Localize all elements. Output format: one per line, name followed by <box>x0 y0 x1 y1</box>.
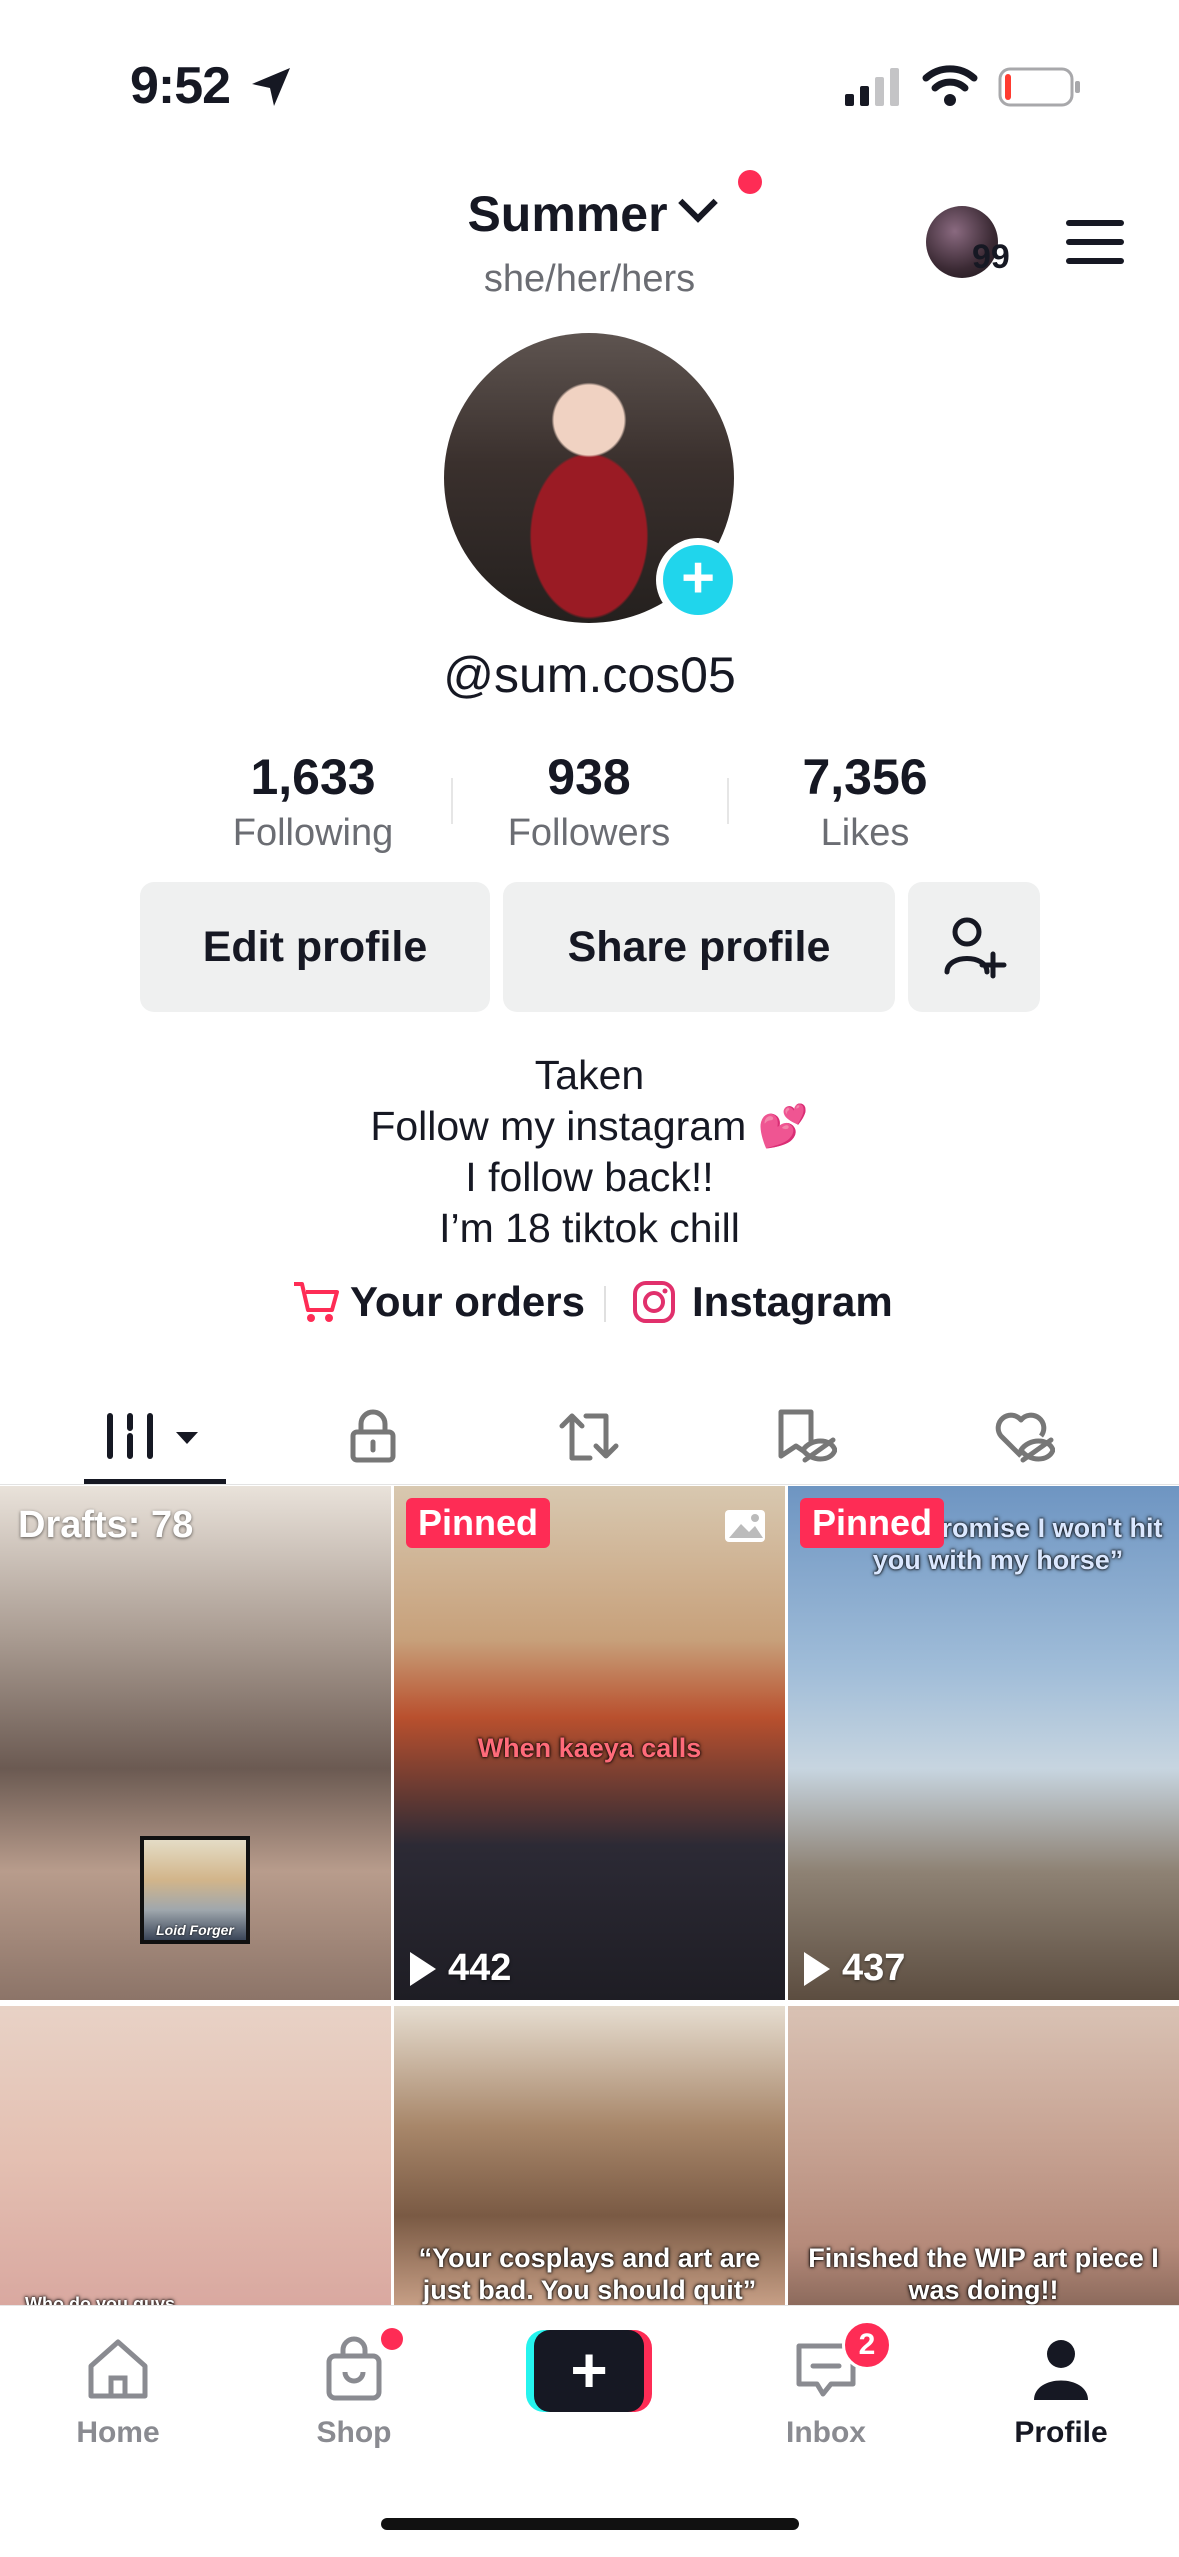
profile-handle: @sum.cos05 <box>443 647 736 703</box>
add-friends-button[interactable] <box>908 882 1040 1012</box>
add-user-icon <box>944 917 1007 979</box>
stat-value: 7,356 <box>802 749 928 805</box>
stat-followers[interactable]: 938 Followers <box>459 748 719 855</box>
nav-home[interactable]: Home <box>0 2330 236 2450</box>
video-tile[interactable]: Pinned When kaeya calls 442 <box>394 1486 785 2000</box>
location-arrow-icon <box>252 68 290 106</box>
share-profile-button[interactable]: Share profile <box>503 882 895 1012</box>
stat-label: Followers <box>507 812 671 854</box>
view-count: 442 <box>410 1947 511 1990</box>
plus-icon: + <box>663 545 733 615</box>
view-count: 437 <box>804 1947 905 1990</box>
video-caption: Who do you guys wanna <box>25 2294 175 2306</box>
stat-likes[interactable]: 7,356 Likes <box>735 748 995 855</box>
nav-profile[interactable]: Profile <box>943 2330 1179 2450</box>
your-orders-label: Your orders <box>350 1278 585 1325</box>
play-icon <box>804 1951 830 1986</box>
stat-following[interactable]: 1,633 Following <box>183 748 443 855</box>
pinned-badge: Pinned <box>406 1498 551 1548</box>
bio-line: I’m 18 tiktok chill <box>439 1205 740 1251</box>
tab-private[interactable] <box>275 1388 471 1484</box>
edit-profile-button[interactable]: Edit profile <box>140 882 490 1012</box>
divider <box>727 778 729 824</box>
bio-line: Taken <box>534 1052 645 1098</box>
repost-icon <box>559 1413 619 1461</box>
profile-icon <box>1034 2340 1088 2400</box>
liked-hidden-icon <box>995 1412 1055 1463</box>
bio-line: I follow back!! <box>465 1154 714 1200</box>
divider <box>0 1484 1179 1485</box>
video-tile[interactable]: Who do you guys wanna <box>0 2006 391 2306</box>
video-tile[interactable]: Finished the WIP art piece I was doing!! <box>788 2006 1179 2306</box>
video-tile[interactable]: e still I promise I won't hit you with m… <box>788 1486 1179 2000</box>
nav-label: Inbox <box>786 2416 866 2449</box>
instagram-label: Instagram <box>692 1278 893 1325</box>
stat-label: Following <box>232 812 394 854</box>
sticker-label: Loid Forger <box>156 1922 234 1938</box>
stat-value: 938 <box>547 749 631 805</box>
home-icon <box>88 2339 148 2399</box>
nav-label: Home <box>76 2416 160 2449</box>
video-caption: “Your cosplays and art are just bad. You… <box>418 2243 761 2305</box>
view-count-label: 442 <box>448 1947 512 1989</box>
divider <box>604 1286 606 1322</box>
lock-icon <box>350 1409 396 1463</box>
shop-notification-dot <box>381 2328 403 2350</box>
tab-liked[interactable] <box>925 1388 1121 1484</box>
drafts-count: Drafts: 78 <box>18 1504 194 1546</box>
notification-dot <box>738 170 762 194</box>
instagram-link[interactable]: Instagram <box>632 1278 893 1326</box>
status-time: 9:52 <box>130 57 231 115</box>
bio: Taken Follow my instagram 💕 I follow bac… <box>0 1050 1179 1254</box>
menu-icon[interactable] <box>1066 220 1124 277</box>
video-caption: When kaeya calls <box>477 1733 702 1763</box>
play-icon <box>410 1951 436 1986</box>
sticker-image: Loid Forger <box>140 1836 250 1944</box>
videos-grid-icon <box>107 1413 198 1459</box>
favorites-hidden-icon <box>778 1409 837 1463</box>
nav-label: Shop <box>316 2416 392 2449</box>
video-caption: Finished the WIP art piece I was doing!! <box>808 2243 1159 2305</box>
add-avatar-button[interactable]: + <box>656 538 740 622</box>
username-switcher[interactable]: Summer <box>0 183 1179 243</box>
cart-icon <box>294 1282 339 1322</box>
view-count-label: 437 <box>842 1947 906 1989</box>
nav-label: Profile <box>1014 2416 1108 2449</box>
create-button[interactable]: + <box>526 2330 652 2412</box>
photo-icon <box>725 1510 765 1542</box>
cellular-signal-icon <box>845 68 899 106</box>
home-indicator <box>381 2518 799 2530</box>
battery-icon <box>998 67 1080 107</box>
shop-bag-icon <box>326 2336 382 2401</box>
nav-shop[interactable]: Shop <box>236 2330 472 2450</box>
nav-inbox[interactable]: Inbox <box>708 2330 944 2450</box>
your-orders-link[interactable]: Your orders <box>292 1278 585 1326</box>
divider <box>451 778 453 824</box>
chevron-down-icon <box>677 183 718 223</box>
wifi-icon <box>922 65 978 106</box>
inbox-badge: 2 <box>842 2320 892 2370</box>
plus-icon: + <box>534 2330 644 2412</box>
tab-favorites[interactable] <box>707 1388 903 1484</box>
stat-value: 1,633 <box>250 749 376 805</box>
drafts-tile[interactable]: Drafts: 78 Loid Forger <box>0 1486 391 2000</box>
video-tile[interactable]: “Your cosplays and art are just bad. You… <box>394 2006 785 2306</box>
stat-label: Likes <box>820 812 910 854</box>
tab-videos[interactable] <box>57 1388 253 1484</box>
story-count: 99 <box>972 238 1010 276</box>
tab-reposts[interactable] <box>491 1388 687 1484</box>
instagram-icon <box>633 1281 675 1323</box>
bio-line: Follow my instagram 💕 <box>370 1103 809 1149</box>
pinned-badge: Pinned <box>800 1498 945 1548</box>
